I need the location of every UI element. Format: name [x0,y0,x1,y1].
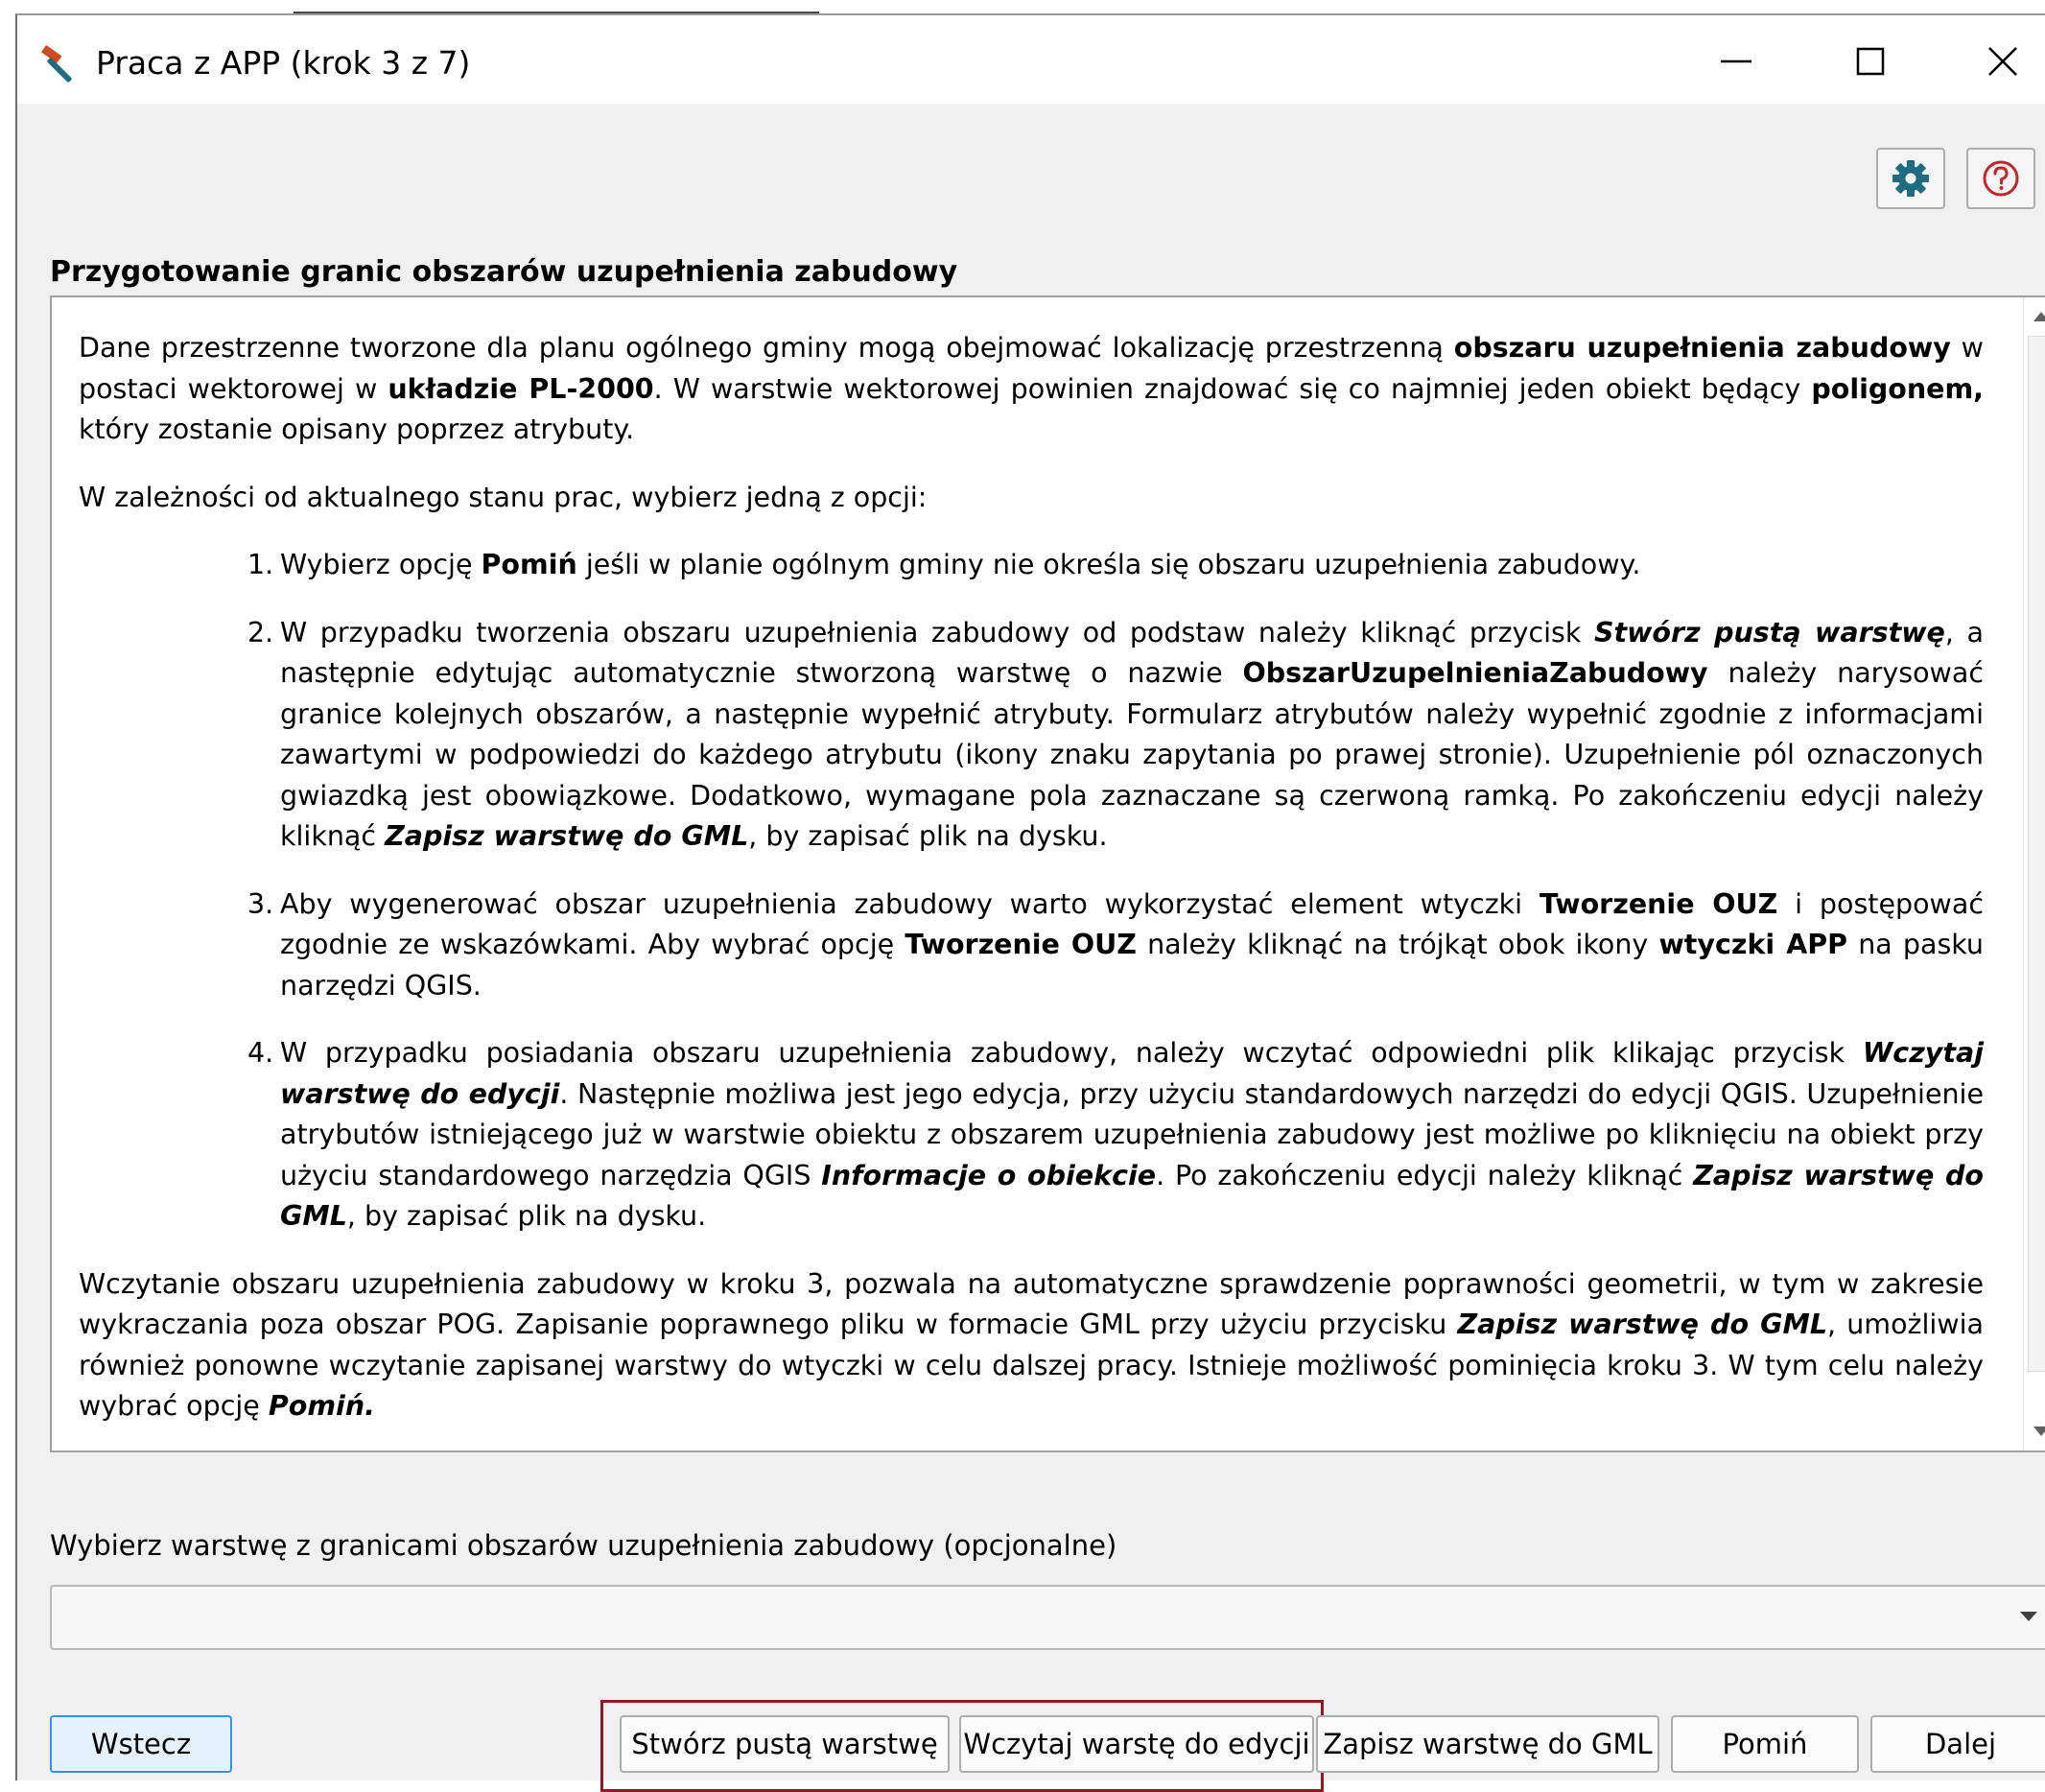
paragraph-summary: Wczytanie obszaru uzupełnienia zabudowy … [79,1267,1984,1423]
options-list: 1. Wybierz opcję Pomiń jeśli w planie ogó… [79,545,1984,1238]
next-button[interactable]: Dalej [1870,1715,2045,1773]
scroll-up-button[interactable] [2024,299,2045,334]
maximize-button[interactable] [1813,27,1928,96]
list-item: 4. W przypadku posiadania obszaru uzupełn… [247,1037,1984,1232]
title-bar: Praca z APP (krok 3 z 7) [17,15,2045,104]
scrollbar-thumb[interactable] [2028,336,2045,1372]
skip-button[interactable]: Pomiń [1671,1715,1859,1773]
paragraph-intro: Dane przestrzenne tworzone dla planu ogó… [79,332,1985,445]
settings-button[interactable] [1876,148,1945,209]
help-icon [1983,160,2019,197]
scroll-down-button[interactable] [2024,1414,2045,1449]
save-to-gml-button[interactable]: Zapisz warstwę do GML [1316,1715,1659,1773]
section-heading: Przygotowanie granic obszarów uzupełnien… [50,255,958,289]
minimize-icon [1721,59,1751,63]
list-item: 1. Wybierz opcję Pomiń jeśli w planie ogó… [247,549,1641,580]
vertical-scrollbar[interactable] [2023,297,2045,1450]
layer-select-label: Wybierz warstwę z granicami obszarów uzu… [50,1529,1117,1562]
help-button[interactable] [1966,148,2035,209]
gear-icon [1892,160,1929,197]
paragraph-options: W zależności od aktualnego stanu prac, w… [79,481,928,513]
close-button[interactable] [1945,27,2045,96]
triangle-up-icon [2033,312,2045,321]
create-empty-layer-button[interactable]: Stwórz pustą warstwę [620,1715,950,1773]
back-button[interactable]: Wstecz [50,1715,232,1773]
instructions-content: Dane przestrzenne tworzone dla planu ogó… [79,328,1985,1450]
list-item: 2. W przypadku tworzenia obszaru uzupełni… [247,616,1984,853]
triangle-down-icon [2033,1427,2045,1436]
load-layer-button[interactable]: Wczytaj warstę do edycji [959,1715,1314,1773]
instructions-textbox[interactable]: Dane przestrzenne tworzone dla planu ogó… [50,295,2045,1452]
window-title: Praca z APP (krok 3 z 7) [96,44,471,82]
minimize-button[interactable] [1679,27,1794,96]
list-item: 3. Aby wygenerować obszar uzupełnienia za… [247,887,1984,1002]
maximize-icon [1856,47,1885,76]
close-icon [1988,47,2017,76]
chevron-down-icon [2020,1612,2037,1621]
hammer-icon [38,40,84,86]
layer-select-dropdown[interactable] [50,1585,2045,1650]
dialog-window: Praca z APP (krok 3 z 7) Przygotowanie g… [15,13,2045,1792]
